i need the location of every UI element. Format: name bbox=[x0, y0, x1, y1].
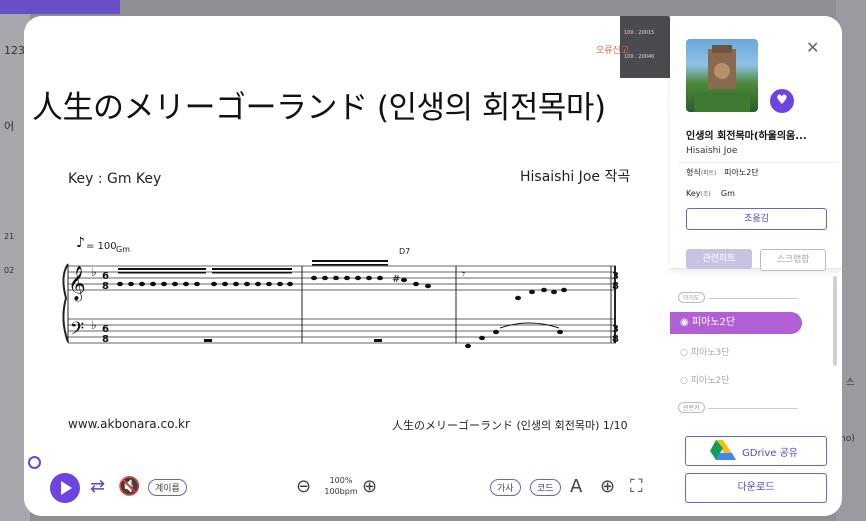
song-artist: Hisaishi Joe bbox=[686, 146, 738, 156]
music-staff: ♪ = 100 Gm D7 𝄞 𝄢 ♭ ♭ 6 8 6 8 3 8 3 8 # … bbox=[62, 235, 619, 349]
format-row: 형식(파트) 피아노2단 bbox=[686, 168, 759, 177]
tempo-note-icon: ♪ bbox=[76, 235, 85, 251]
background-text: 스 bbox=[846, 378, 855, 388]
lyrics-button[interactable]: 가사 bbox=[490, 479, 521, 496]
section-difficulty: 악기도 bbox=[678, 292, 705, 303]
svg-text:#: # bbox=[392, 274, 400, 285]
scrap-button[interactable]: 스크랩함 bbox=[760, 249, 826, 271]
score-sheet: 100 : 20015 100 : 20040 오류신고 人生のメリーゴーランド… bbox=[24, 16, 670, 456]
related-score-button[interactable]: 관련피트 bbox=[686, 249, 752, 269]
fullscreen-icon[interactable]: ⛶ bbox=[630, 478, 643, 496]
page-footer: 人生のメリーゴーランド (인생의 회전목마) 1/10 bbox=[392, 419, 628, 432]
gdrive-icon bbox=[710, 440, 736, 460]
key-signature-bass: ♭ bbox=[91, 318, 97, 332]
time-sig-bass: 8 bbox=[102, 334, 109, 345]
svg-text:8: 8 bbox=[612, 281, 619, 292]
font-size-icon[interactable]: A bbox=[570, 478, 582, 496]
background-text: no) bbox=[840, 434, 855, 444]
heart-icon[interactable]: ♥ bbox=[770, 89, 794, 113]
bass-staff bbox=[68, 318, 616, 344]
scale-name-button[interactable]: 계이름 bbox=[148, 479, 187, 496]
key-signature-treble: ♭ bbox=[91, 265, 97, 279]
panel-scrollbar[interactable] bbox=[833, 276, 837, 366]
svg-text:8: 8 bbox=[612, 334, 619, 345]
radio-checked-icon: ◉ bbox=[680, 317, 689, 328]
zoom-in-icon[interactable]: ⊕ bbox=[362, 478, 377, 496]
mute-icon[interactable]: 🔇 bbox=[118, 478, 140, 496]
chord-button[interactable]: 코드 bbox=[530, 479, 561, 496]
song-info-card: ✕ ♥ 인생의 회전목마(하울의움... Hisaishi Joe 형식(파트)… bbox=[670, 16, 842, 271]
repeat-icon[interactable]: ⇄ bbox=[90, 478, 105, 496]
sheet-viewer-modal: 100 : 20015 100 : 20040 오류신고 人生のメリーゴーランド… bbox=[24, 16, 842, 516]
close-icon[interactable]: ✕ bbox=[806, 38, 819, 57]
option-piano-2[interactable]: ○ 피아노2단 bbox=[680, 373, 730, 386]
option-piano-3[interactable]: ○ 피아노3단 bbox=[680, 345, 730, 358]
chord-gm: Gm bbox=[116, 245, 130, 254]
svg-text:𝄾: 𝄾 bbox=[462, 267, 465, 281]
album-thumbnail bbox=[686, 39, 758, 112]
bass-clef-icon: 𝄢 bbox=[70, 319, 84, 344]
tempo-mark: = 100 bbox=[86, 241, 117, 252]
transpose-button[interactable]: 조옮김 bbox=[686, 208, 827, 230]
background-text: 02 bbox=[4, 266, 15, 275]
play-button[interactable] bbox=[50, 473, 80, 503]
search-zoom-icon[interactable]: ⊕ bbox=[600, 478, 615, 496]
option-piano-2-active[interactable]: ◉ 피아노2단 bbox=[670, 312, 802, 334]
zoom-out-icon[interactable]: ⊖ bbox=[296, 478, 311, 496]
background-text: 123 bbox=[4, 44, 25, 57]
chord-d7: D7 bbox=[399, 247, 410, 256]
zoom-percent: 100% bbox=[329, 476, 353, 485]
treble-clef-icon: 𝄞 bbox=[68, 266, 86, 302]
key-row: Key(조) Gm bbox=[686, 189, 735, 198]
song-info-panel: ✕ ♥ 인생의 회전목마(하울의움... Hisaishi Joe 형식(파트)… bbox=[670, 16, 842, 516]
barlines bbox=[67, 266, 616, 343]
time-sig-treble: 8 bbox=[102, 281, 109, 292]
zoom-readout: 100% 100bpm bbox=[316, 475, 366, 497]
background-header-strip bbox=[0, 0, 120, 14]
site-url: www.akbonara.co.kr bbox=[68, 417, 190, 431]
tempo-bpm: 100bpm bbox=[324, 487, 358, 496]
notes-measure-3: 𝄾 bbox=[462, 267, 567, 349]
gdrive-share-button[interactable]: GDrive 공유 bbox=[685, 436, 827, 466]
song-title: 인생의 회전목마(하울의움... bbox=[686, 131, 807, 142]
section-related: 관련키 bbox=[678, 402, 705, 413]
download-button[interactable]: 다운로드 bbox=[685, 473, 827, 503]
background-text: 어 bbox=[4, 120, 15, 133]
background-text: 21 bbox=[4, 232, 15, 241]
progress-marker[interactable] bbox=[28, 456, 41, 469]
